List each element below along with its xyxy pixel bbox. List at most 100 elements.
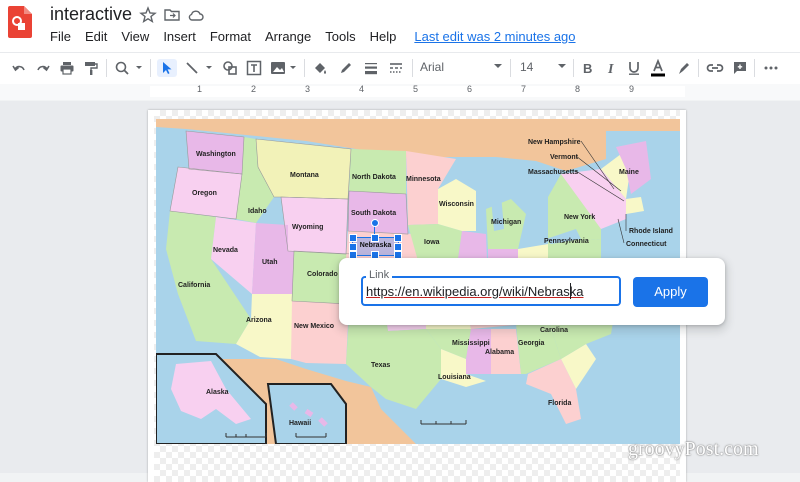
document-title[interactable]: interactive [50, 4, 132, 25]
resize-handle[interactable] [394, 234, 402, 242]
border-dash-icon[interactable] [387, 59, 405, 77]
label-minnesota: Minnesota [406, 176, 441, 183]
border-color-icon[interactable] [337, 59, 355, 77]
bold-icon[interactable]: B [579, 59, 597, 77]
font-family-select[interactable]: Arial [420, 60, 502, 74]
image-icon[interactable] [269, 59, 299, 77]
menu-tools[interactable]: Tools [325, 29, 355, 44]
underline-icon[interactable] [625, 59, 643, 77]
print-icon[interactable] [58, 59, 76, 77]
comment-icon[interactable] [731, 59, 749, 77]
select-icon[interactable] [157, 59, 177, 77]
label-new-mexico: New Mexico [294, 323, 334, 330]
toolbar-divider [150, 59, 151, 77]
apply-button[interactable]: Apply [633, 277, 708, 307]
text-cursor [570, 283, 571, 299]
last-edit-link[interactable]: Last edit was 2 minutes ago [414, 29, 575, 44]
label-vermont: Vermont [550, 154, 579, 161]
link-icon[interactable] [705, 59, 725, 77]
drawings-app-icon[interactable] [8, 6, 32, 38]
resize-handle[interactable] [349, 234, 357, 242]
label-carolina: Carolina [540, 327, 568, 334]
label-oregon: Oregon [192, 190, 217, 197]
svg-text:I: I [607, 62, 614, 76]
highlight-icon[interactable] [675, 59, 693, 77]
selected-shape-label: Nebraska [359, 242, 392, 249]
line-icon[interactable] [183, 59, 215, 77]
toolbar-divider [573, 59, 574, 77]
menu-file[interactable]: File [50, 29, 71, 44]
label-maine: Maine [619, 169, 639, 176]
menu-arrange[interactable]: Arrange [265, 29, 311, 44]
chevron-down-icon [494, 64, 502, 68]
ruler-number: 1 [197, 84, 203, 94]
ruler-number: 9 [629, 84, 635, 94]
menu-bar: File Edit View Insert Format Arrange Too… [50, 29, 590, 44]
label-washington: Washington [196, 151, 236, 158]
ruler-number: 8 [575, 84, 581, 94]
label-new-york: New York [564, 214, 595, 221]
text-box-icon[interactable] [245, 59, 263, 77]
label-wyoming: Wyoming [292, 224, 323, 231]
label-idaho: Idaho [248, 208, 267, 215]
toolbar-divider [698, 59, 699, 77]
font-family-value: Arial [420, 60, 445, 74]
move-folder-icon[interactable] [163, 6, 181, 24]
label-iowa: Iowa [424, 239, 440, 246]
toolbar-divider [510, 59, 511, 77]
horizontal-ruler[interactable]: 1 2 3 4 5 6 7 8 9 [0, 84, 800, 100]
link-url-value[interactable]: https://en.wikipedia.org/wiki/Nebraska [366, 284, 584, 299]
label-rhode-island: Rhode Island [629, 228, 673, 235]
ruler-number: 2 [251, 84, 257, 94]
toolbar: Arial 14 B I [0, 52, 800, 85]
menu-edit[interactable]: Edit [85, 29, 107, 44]
resize-handle[interactable] [349, 243, 357, 251]
menu-insert[interactable]: Insert [163, 29, 196, 44]
zoom-icon[interactable] [113, 59, 143, 77]
link-field-label: Link [366, 269, 393, 281]
font-size-select[interactable]: 14 [520, 60, 566, 74]
fill-color-icon[interactable] [311, 59, 329, 77]
label-alabama: Alabama [485, 349, 514, 356]
label-south-dakota: South Dakota [351, 210, 396, 217]
star-icon[interactable] [139, 6, 157, 24]
label-michigan: Michigan [491, 219, 521, 226]
font-size-value: 14 [520, 60, 534, 74]
label-mississippi: Mississippi [452, 340, 490, 347]
text-color-icon[interactable] [649, 59, 667, 77]
toolbar-divider [412, 59, 413, 77]
chevron-down-icon [558, 64, 566, 68]
menu-format[interactable]: Format [210, 29, 251, 44]
ruler-number: 6 [467, 84, 473, 94]
label-hawaii: Hawaii [289, 420, 311, 427]
label-georgia: Georgia [518, 340, 545, 347]
ruler-number: 4 [359, 84, 365, 94]
cloud-status-icon[interactable] [187, 6, 205, 24]
ruler-number: 7 [521, 84, 527, 94]
top-bar: interactive File Edit View Insert Format… [0, 0, 800, 52]
label-louisiana: Louisiana [438, 374, 471, 381]
more-icon[interactable] [761, 59, 781, 77]
redo-icon[interactable] [34, 59, 52, 77]
label-florida: Florida [548, 400, 571, 407]
label-north-dakota: North Dakota [352, 174, 396, 181]
label-texas: Texas [371, 362, 390, 369]
italic-icon[interactable]: I [602, 59, 620, 77]
label-california: California [178, 282, 210, 289]
svg-text:B: B [583, 61, 592, 76]
toolbar-divider [754, 59, 755, 77]
menu-help[interactable]: Help [370, 29, 397, 44]
resize-handle[interactable] [394, 243, 402, 251]
paint-format-icon[interactable] [82, 59, 100, 77]
label-montana: Montana [290, 172, 319, 179]
menu-view[interactable]: View [121, 29, 149, 44]
rotate-handle[interactable] [371, 219, 379, 227]
border-weight-icon[interactable] [362, 59, 380, 77]
toolbar-divider [106, 59, 107, 77]
label-massachusetts: Massachusetts [528, 169, 578, 176]
label-new-hampshire: New Hampshire [528, 139, 581, 146]
shape-icon[interactable] [221, 59, 239, 77]
resize-handle[interactable] [371, 234, 379, 242]
undo-icon[interactable] [10, 59, 28, 77]
watermark: groovyPost.com [628, 438, 759, 460]
